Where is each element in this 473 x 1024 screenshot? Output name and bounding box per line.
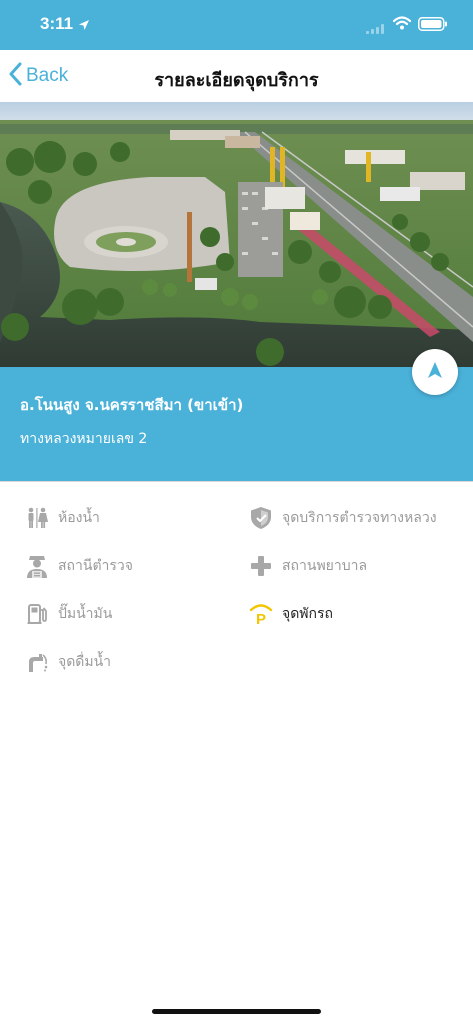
police-shield-icon — [248, 505, 274, 531]
facility-highway-police: จุดบริการตำรวจทางหลวง — [248, 505, 437, 531]
location-arrow-icon — [78, 16, 90, 35]
facility-label: จุดบริการตำรวจทางหลวง — [282, 510, 437, 526]
navigate-button[interactable] — [412, 349, 458, 395]
facility-label: จุดดื่มน้ำ — [58, 654, 112, 670]
facility-gas-station: ปั๊มน้ำมัน — [24, 601, 112, 627]
facility-police-station: สถานีตำรวจ — [24, 553, 133, 579]
rest-area-photo — [0, 102, 473, 367]
battery-icon — [418, 16, 448, 35]
facility-label: สถานีตำรวจ — [58, 558, 133, 574]
police-officer-icon — [24, 553, 50, 579]
drinking-fountain-icon — [24, 649, 50, 675]
wifi-icon — [392, 15, 412, 34]
svg-text:P: P — [256, 611, 266, 626]
medical-cross-icon — [248, 553, 274, 579]
place-info-panel: อ.โนนสูง จ.นครราชสีมา (ขาเข้า) ทางหลวงหม… — [0, 367, 473, 481]
facility-rest-stop: P จุดพักรถ — [248, 601, 333, 627]
facility-label: ห้องน้ำ — [58, 510, 100, 526]
parking-icon: P — [248, 601, 274, 627]
navigation-bar: Back รายละเอียดจุดบริการ — [0, 50, 473, 102]
facility-restroom: ห้องน้ำ — [24, 505, 100, 531]
facility-drinking-water: จุดดื่มน้ำ — [24, 649, 111, 675]
navigation-arrow-icon — [427, 361, 443, 383]
facility-label: สถานพยาบาล — [282, 558, 368, 574]
page-title: รายละเอียดจุดบริการ — [154, 70, 319, 91]
status-bar: 3:11 — [0, 0, 473, 50]
restroom-icon — [24, 505, 50, 531]
cellular-signal-icon — [366, 19, 386, 38]
facility-label: จุดพักรถ — [282, 606, 333, 622]
highway-number: ทางหลวงหมายเลข 2 — [20, 431, 148, 447]
divider — [0, 481, 473, 482]
fuel-pump-icon — [24, 601, 50, 627]
home-indicator[interactable] — [152, 1009, 321, 1014]
facility-hospital: สถานพยาบาล — [248, 553, 367, 579]
place-name: อ.โนนสูง จ.นครราชสีมา (ขาเข้า) — [20, 396, 244, 414]
facility-label: ปั๊มน้ำมัน — [58, 606, 113, 622]
status-time: 3:11 — [40, 14, 74, 33]
